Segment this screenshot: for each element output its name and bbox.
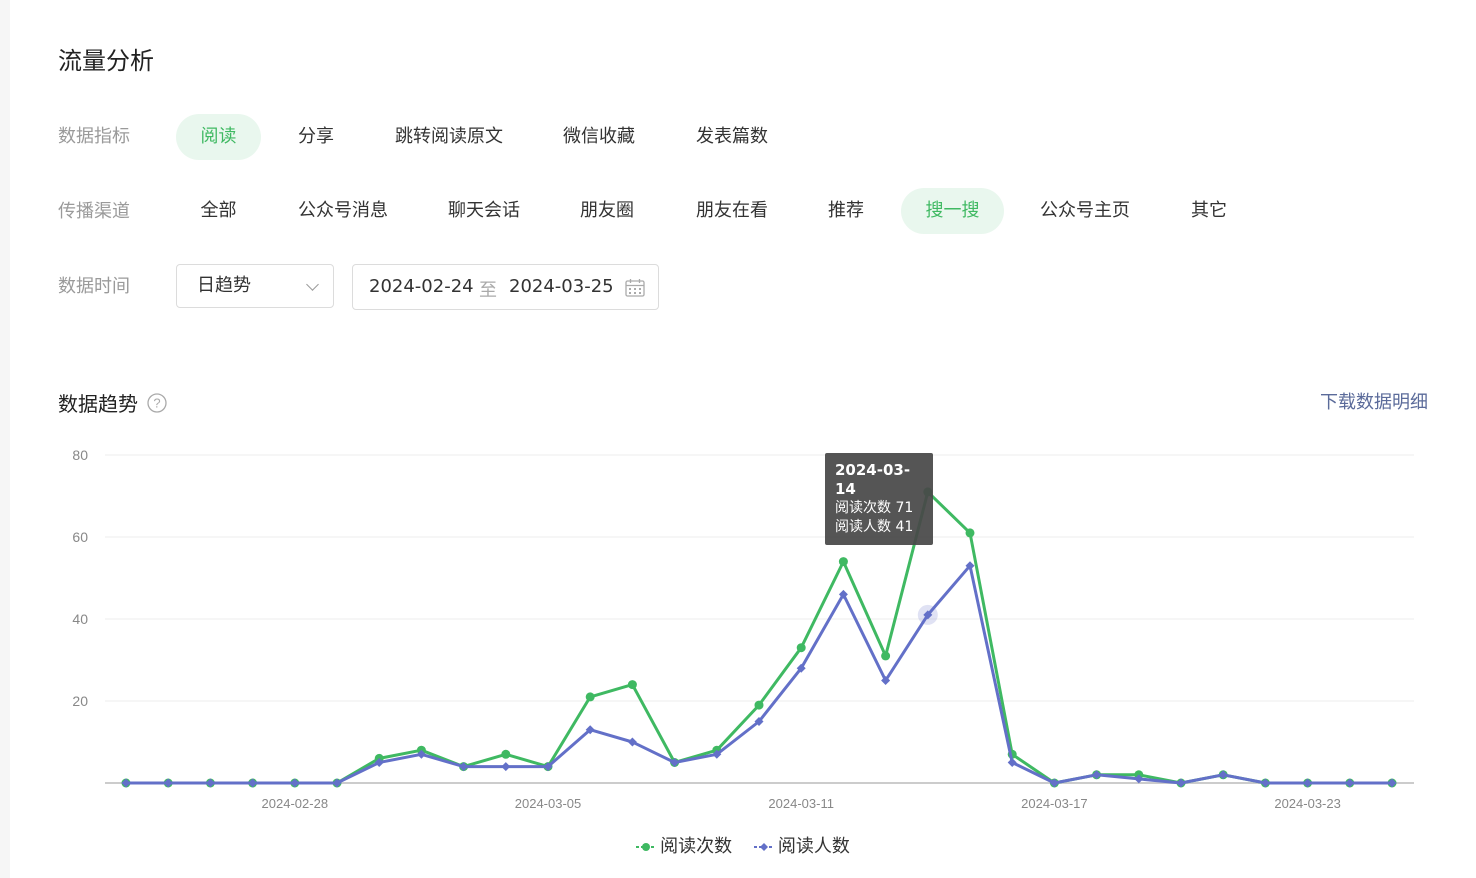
reads-point bbox=[796, 643, 806, 653]
reads-point bbox=[754, 700, 764, 710]
reads-point bbox=[501, 749, 511, 759]
reads-point bbox=[965, 528, 975, 538]
legend-blue-diamond-icon bbox=[753, 843, 774, 851]
legend-green-dot-icon bbox=[636, 843, 657, 851]
legend-readers-label: 阅读人数 bbox=[777, 836, 850, 857]
reads-point bbox=[881, 651, 891, 661]
reads-point bbox=[627, 680, 637, 690]
legend-reads-label: 阅读次数 bbox=[660, 836, 733, 857]
y-tick-label: 60 bbox=[72, 529, 88, 545]
readers-point bbox=[501, 762, 511, 772]
chart-legend: 阅读次数 阅读人数 bbox=[10, 832, 1476, 858]
tooltip-readers: 阅读人数 41 bbox=[835, 519, 914, 535]
reads-point bbox=[585, 692, 595, 702]
x-tick-label: 2024-02-28 bbox=[262, 796, 329, 811]
legend-reads[interactable]: 阅读次数 bbox=[636, 832, 732, 858]
y-tick-label: 20 bbox=[72, 693, 88, 709]
x-tick-label: 2024-03-23 bbox=[1274, 796, 1341, 811]
readers-series-line bbox=[126, 564, 1392, 785]
tooltip-reads: 阅读次数 71 bbox=[835, 500, 914, 516]
legend-readers[interactable]: 阅读人数 bbox=[753, 832, 850, 858]
x-tick-label: 2024-03-11 bbox=[768, 796, 834, 811]
x-tick-label: 2024-03-05 bbox=[515, 796, 582, 811]
y-tick-label: 80 bbox=[72, 447, 88, 463]
chart-tooltip: 2024-03-14 阅读次数 71 阅读人数 41 bbox=[825, 453, 933, 545]
reads-point bbox=[838, 557, 848, 567]
traffic-analysis-card: 流量分析 数据指标 阅读 分享 跳转阅读原文 微信收藏 发表篇数 传播渠道 全部… bbox=[10, 0, 1476, 878]
y-tick-label: 40 bbox=[72, 611, 88, 627]
reads-series-line bbox=[126, 490, 1392, 785]
trend-line-chart: 20 40 60 80 2024-02-28 2024-03-05 2024-03-11 20… bbox=[72, 447, 1414, 811]
tooltip-date: 2024-03-14 bbox=[835, 461, 911, 498]
x-tick-label: 2024-03-17 bbox=[1021, 796, 1088, 811]
